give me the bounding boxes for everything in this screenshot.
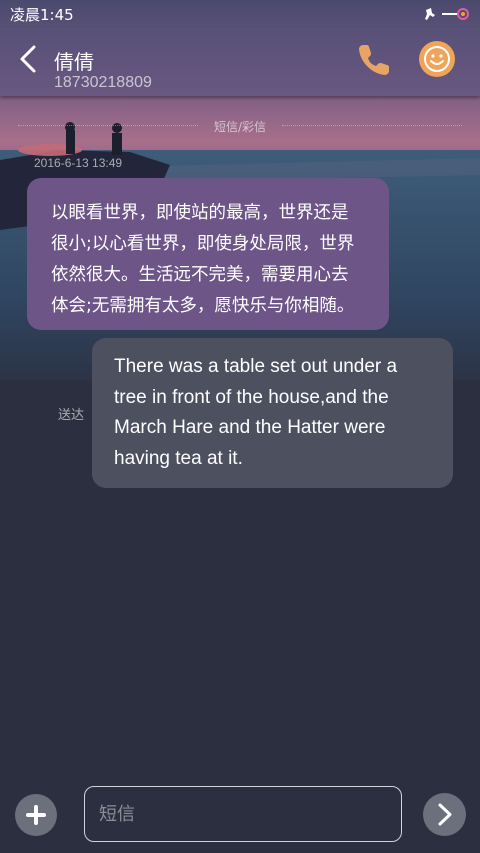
message-type-label: 短信/彩信	[213, 120, 267, 134]
separator-line-left	[18, 125, 198, 126]
message-timestamp: 2016-6-13 13:49	[34, 156, 123, 170]
message-line: 体会;无需拥有太多，愿快乐与你相随。	[51, 296, 355, 316]
chevron-right-icon	[438, 803, 452, 826]
notification-icon	[425, 8, 435, 20]
add-attachment-plus-icon[interactable]	[15, 794, 57, 836]
contact-name: 倩倩	[54, 50, 94, 74]
message-input[interactable]	[84, 786, 402, 842]
contact-number: 18730218809	[54, 74, 152, 91]
smiley-icon	[424, 46, 450, 72]
battery-icon	[442, 8, 469, 20]
message-line: There was a table set out under a	[114, 356, 398, 377]
message-line: having tea at it.	[114, 447, 243, 469]
incoming-message-bubble[interactable]: 以眼看世界，即使站的最高，世界还是 很小;以心看世界，即使身处局限，世界 依然很…	[27, 178, 389, 330]
send-button[interactable]	[423, 793, 466, 836]
contact-avatar[interactable]	[419, 41, 455, 77]
conversation-header: 倩倩 18730218809	[0, 28, 480, 96]
message-line: 很小;以心看世界，即使身处局限，世界	[51, 234, 355, 254]
message-line: 依然很大。生活远不完美，需要用心去	[51, 265, 349, 285]
status-icons	[424, 7, 470, 21]
delivery-status: 送达	[58, 408, 85, 423]
phone-icon[interactable]	[354, 40, 394, 80]
separator-line-right	[282, 125, 462, 126]
status-bar: 凌晨1:45	[0, 0, 480, 28]
back-chevron-left-icon[interactable]	[14, 44, 42, 74]
message-line: tree in front of the house,and the	[114, 386, 389, 408]
message-line: 以眼看世界，即使站的最高，世界还是	[51, 203, 349, 223]
outgoing-message-bubble[interactable]: There was a table set out under a tree i…	[92, 338, 453, 488]
message-line: March Hare and the Hatter were	[114, 417, 386, 438]
status-time: 凌晨1:45	[10, 5, 74, 24]
conversation-area: 短信/彩信 2016-6-13 13:49 以眼看世界，即使站的最高，世界还是 …	[0, 0, 480, 853]
